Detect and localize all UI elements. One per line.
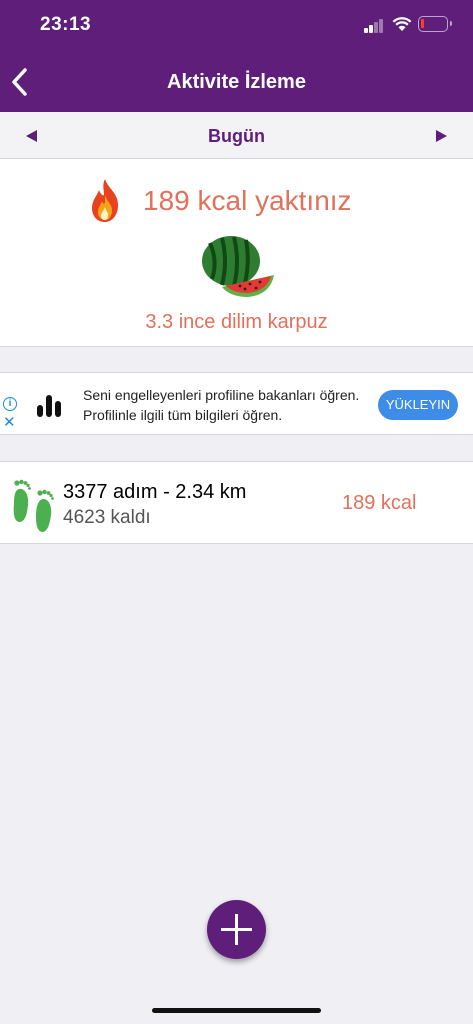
- ad-close-icon[interactable]: ✕: [3, 415, 16, 431]
- food-equivalent-text: 3.3 ince dilim karpuz: [145, 311, 328, 333]
- home-indicator: [152, 1008, 321, 1013]
- watermelon-icon: [202, 236, 274, 297]
- steps-remaining-text: 4623 kaldı: [63, 507, 151, 528]
- date-selector: Bugün: [0, 112, 473, 159]
- page-title: Aktivite İzleme: [167, 71, 306, 93]
- activity-calories: 189 kcal: [342, 492, 417, 514]
- status-bar: 23:13: [0, 0, 473, 52]
- steps-distance-text: 3377 adım - 2.34 km: [63, 481, 247, 503]
- next-day-button[interactable]: [426, 122, 456, 150]
- ad-banner[interactable]: i ✕ Seni engelleyenleri profiline bakanl…: [0, 372, 473, 435]
- footprints-icon: [13, 479, 54, 532]
- fire-icon: [92, 179, 119, 222]
- ad-text: Seni engelleyenleri profiline bakanları …: [83, 387, 360, 423]
- status-time: 23:13: [40, 14, 92, 35]
- ad-install-button[interactable]: YÜKLEYIN: [378, 390, 458, 420]
- activity-row[interactable]: 3377 adım - 2.34 km 4623 kaldı 189 kcal: [0, 461, 473, 544]
- ad-info-icon[interactable]: i: [3, 397, 17, 411]
- date-label: Bugün: [208, 126, 265, 146]
- wifi-icon: [392, 17, 412, 31]
- signal-icon: [364, 19, 384, 33]
- burned-calories-text: 189 kcal yaktınız: [143, 185, 352, 216]
- ad-logo-icon: [37, 393, 65, 417]
- nav-bar: Aktivite İzleme: [0, 52, 473, 112]
- calorie-summary: 189 kcal yaktınız 3.3 ince dilim karpuz: [0, 159, 473, 347]
- add-activity-button[interactable]: [207, 900, 266, 959]
- triangle-right-icon: [436, 130, 447, 142]
- battery-icon: [418, 16, 452, 32]
